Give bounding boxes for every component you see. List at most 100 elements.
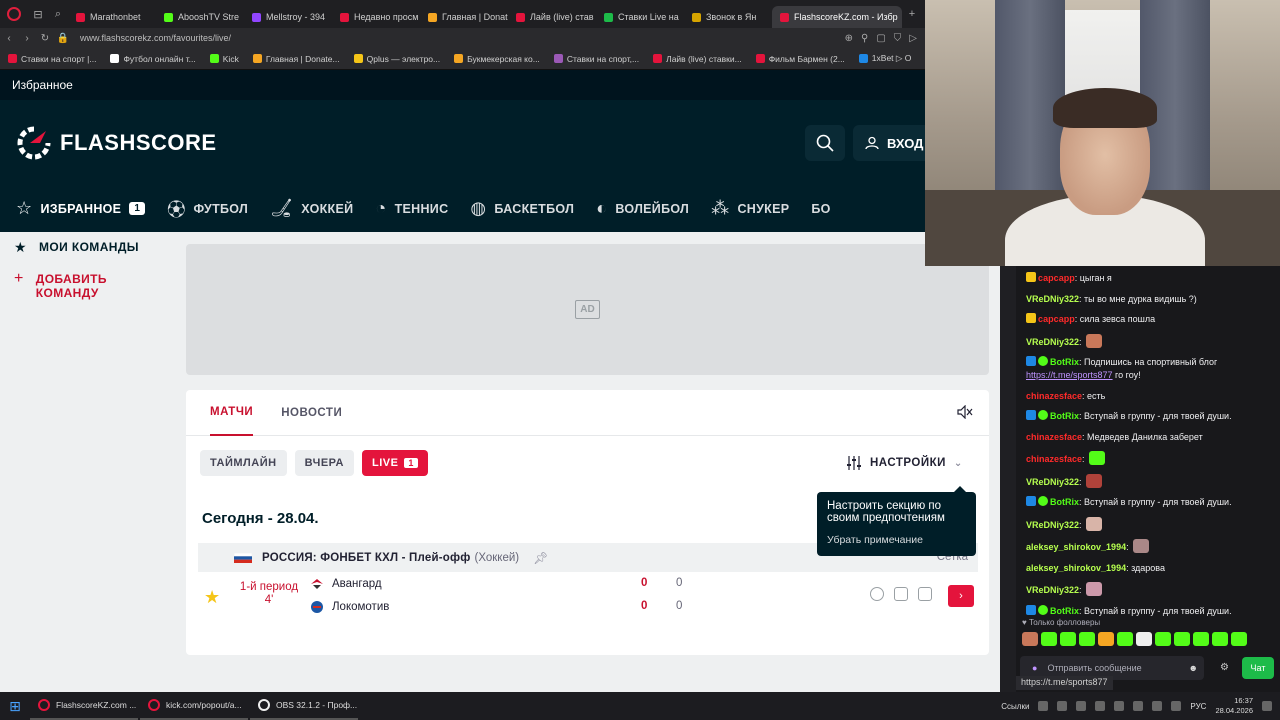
emote-picker-icon[interactable] — [1079, 632, 1095, 646]
yesterday-filter[interactable]: ВЧЕРА — [294, 450, 354, 476]
chat-username[interactable]: сарсарр — [1038, 273, 1075, 283]
nav-item-snooker[interactable]: ⁂ СНУКЕР — [711, 198, 789, 219]
bookmark-item[interactable]: Главная | Donate... — [252, 54, 340, 64]
emote-picker-icon[interactable] — [1136, 632, 1152, 646]
chat-username[interactable]: chinazesface — [1026, 391, 1082, 401]
tray-icon[interactable] — [1076, 701, 1087, 711]
notifications-icon[interactable] — [1262, 701, 1272, 711]
browser-tab[interactable]: Лайв (live) став — [508, 6, 596, 28]
bookmark-item[interactable]: Лайв (live) ставки... — [653, 54, 742, 64]
mic-icon[interactable]: ● — [1032, 663, 1037, 673]
bookmark-item[interactable]: Футбол онлайн т... — [110, 54, 196, 64]
league-name[interactable]: РОССИЯ: ФОНБЕТ КХЛ - Плей-офф — [262, 552, 471, 564]
nav-item-football[interactable]: ⚽︎ ФУТБОЛ — [167, 196, 248, 222]
tv-icon[interactable] — [894, 587, 908, 601]
browser-tab[interactable]: Главная | Donat — [420, 6, 508, 28]
tab-menu-icon[interactable]: ⊟ — [28, 8, 48, 21]
tray-icon[interactable] — [1114, 701, 1125, 711]
chat-username[interactable]: BotRix — [1050, 411, 1079, 421]
tab-news[interactable]: НОВОСТИ — [281, 390, 342, 436]
emote-picker-icon[interactable] — [1022, 632, 1038, 646]
chat-username[interactable]: aleksey_shirokov_1994 — [1026, 542, 1126, 552]
scrollbar-area[interactable] — [1000, 232, 1016, 692]
snapshot-icon[interactable]: ▢ — [876, 33, 885, 44]
pin-icon[interactable]: ⚲ — [861, 33, 868, 44]
nav-item-more[interactable]: БО — [811, 202, 830, 216]
bookmark-item[interactable]: Qplus — электро... — [353, 54, 440, 64]
windows-start-icon[interactable]: ⊞ — [0, 698, 30, 715]
pin-icon[interactable]: 📌︎ — [533, 551, 548, 565]
nav-item-tennis[interactable]: ◔ ТЕННИС — [375, 198, 448, 219]
browser-tab[interactable]: Marathonbet — [68, 6, 156, 28]
nav-item-star[interactable]: ☆ ИЗБРАННОЕ 1 — [16, 198, 146, 219]
timeline-filter[interactable]: ТАЙМЛАЙН — [200, 450, 287, 476]
browser-tab[interactable]: AbooshTV Stre — [156, 6, 244, 28]
chat-username[interactable]: сарсарр — [1038, 314, 1075, 324]
new-tab-button[interactable]: + — [902, 8, 922, 20]
nav-item-volleyball[interactable]: ◐ ВОЛЕЙБОЛ — [596, 198, 689, 219]
favorite-star-icon[interactable]: ★ — [204, 587, 220, 608]
taskbar-app[interactable]: FlashscoreKZ.com ... — [30, 692, 138, 720]
live-filter[interactable]: LIVE 1 — [361, 450, 428, 476]
network-icon[interactable] — [1152, 701, 1163, 711]
opera-logo-icon[interactable] — [0, 0, 28, 28]
chat-username[interactable]: VReDNiy322 — [1026, 294, 1079, 304]
chat-username[interactable]: BotRix — [1050, 497, 1079, 507]
tray-icon[interactable] — [1057, 701, 1068, 711]
emote-picker-icon[interactable] — [1212, 632, 1228, 646]
chat-username[interactable]: VReDNiy322 — [1026, 337, 1079, 347]
chat-username[interactable]: VReDNiy322 — [1026, 585, 1079, 595]
browser-tab[interactable]: Недавно просм — [332, 6, 420, 28]
chat-username[interactable]: chinazesface — [1026, 454, 1082, 464]
browser-tab[interactable]: Mellstroy - 394 — [244, 6, 332, 28]
clock[interactable]: 16:37 28.04.2026 — [1215, 696, 1253, 716]
jersey-icon[interactable] — [918, 587, 932, 601]
chat-link[interactable]: https://t.me/sports877 — [1026, 370, 1113, 380]
login-button[interactable]: ВХОД — [853, 125, 933, 161]
chat-username[interactable]: BotRix — [1050, 606, 1079, 616]
settings-button[interactable]: НАСТРОЙКИ ⌄ — [846, 455, 963, 471]
nav-item-basketball[interactable]: ◍ БАСКЕТБОЛ — [470, 198, 574, 219]
live-stream-button[interactable]: › — [948, 585, 974, 607]
reload-icon[interactable]: ↻ — [36, 33, 54, 44]
my-teams-link[interactable]: ★ МОИ КОМАНДЫ — [14, 240, 184, 254]
emote-picker-icon[interactable] — [1231, 632, 1247, 646]
chat-username[interactable]: VReDNiy322 — [1026, 477, 1079, 487]
taskbar-app[interactable]: OBS 32.1.2 - Проф... — [250, 692, 358, 720]
tab-search-icon[interactable]: ⌕ — [48, 8, 68, 21]
chat-username[interactable]: VReDNiy322 — [1026, 520, 1079, 530]
add-team-button[interactable]: + ДОБАВИТЬ КОМАНДУ — [14, 271, 184, 301]
language-indicator[interactable]: РУС — [1190, 702, 1206, 711]
info-icon[interactable] — [870, 587, 884, 601]
emoji-icon[interactable]: ☻ — [1189, 663, 1198, 673]
emote-picker-icon[interactable] — [1098, 632, 1114, 646]
chat-username[interactable]: BotRix — [1050, 357, 1079, 367]
bookmark-item[interactable]: 1xBet ▷ О — [858, 53, 911, 64]
bookmark-item[interactable]: Ставки на спорт |... — [8, 54, 96, 64]
tray-icon[interactable] — [1095, 701, 1106, 711]
flashscore-logo[interactable]: FLASHSCORE — [16, 125, 217, 161]
tray-icon[interactable] — [1133, 701, 1144, 711]
volume-icon[interactable] — [1171, 701, 1182, 711]
chat-send-button[interactable]: Чат — [1242, 657, 1274, 679]
play-icon[interactable]: ▷ — [909, 33, 917, 44]
tray-icon[interactable] — [1038, 701, 1049, 711]
back-icon[interactable]: ‹ — [0, 33, 18, 44]
search-button[interactable] — [805, 125, 845, 161]
mute-icon[interactable] — [957, 405, 973, 419]
browser-tab[interactable]: Звонок в Ян — [684, 6, 772, 28]
chat-username[interactable]: chinazesface — [1026, 432, 1082, 442]
bookmark-item[interactable]: Ставки на спорт,... — [553, 54, 639, 64]
dismiss-tooltip-link[interactable]: Убрать примечание — [827, 534, 966, 546]
bookmark-item[interactable]: Букмекерская ко... — [454, 54, 540, 64]
forward-icon[interactable]: › — [18, 33, 36, 44]
bookmark-item[interactable]: Фильм Бармен (2... — [755, 54, 845, 64]
browser-tab[interactable]: Ставки Live на — [596, 6, 684, 28]
zoom-icon[interactable]: ⊕ — [845, 33, 853, 44]
emote-picker-icon[interactable] — [1155, 632, 1171, 646]
match-row[interactable]: ★ 1-й период 4' Авангард Локомотив 0 0 0… — [198, 573, 978, 621]
emote-picker-icon[interactable] — [1174, 632, 1190, 646]
browser-tab[interactable]: FlashscoreKZ.com - Избр — [772, 6, 902, 28]
emote-picker-icon[interactable] — [1193, 632, 1209, 646]
bookmark-item[interactable]: Kick — [209, 54, 239, 64]
